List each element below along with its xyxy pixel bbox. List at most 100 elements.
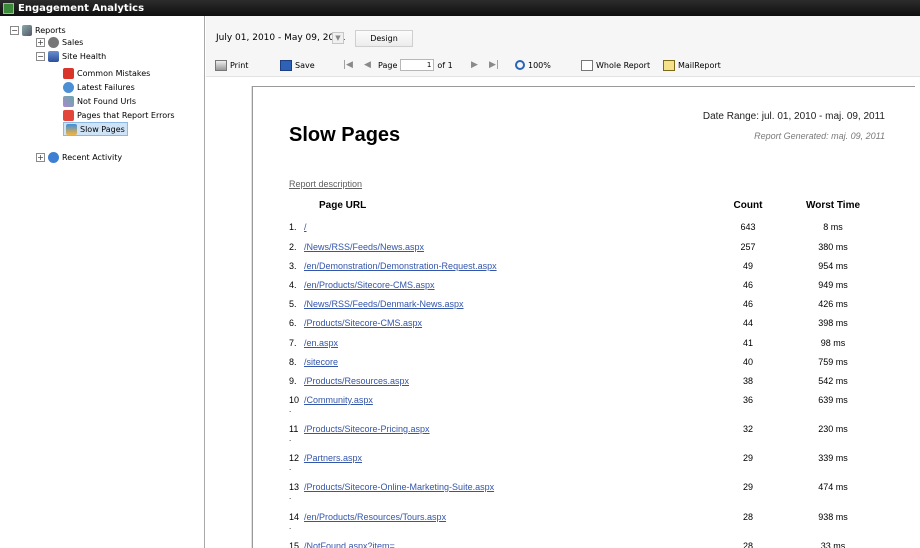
app-title-bar: Engagement Analytics [0, 0, 920, 16]
worst-time-value: 380 ms [818, 242, 848, 252]
zoom-level: 100% [528, 60, 551, 70]
page-error-icon [63, 109, 74, 121]
tree-item-label: Not Found Urls [77, 96, 137, 106]
page-url-link[interactable]: /en.aspx [304, 338, 338, 348]
clock-icon [48, 151, 59, 163]
page-url-link[interactable]: /Products/Sitecore-CMS.aspx [304, 318, 422, 328]
count-value: 643 [740, 222, 756, 232]
tree-item-label: Latest Failures [77, 82, 135, 92]
row-number: 1. [289, 222, 297, 232]
tree-item-latest-failures[interactable]: Latest Failures [63, 80, 135, 94]
date-range-value: July 01, 2010 - May 09, 2011 [216, 32, 346, 43]
row-number: 9. [289, 376, 297, 386]
tree-item-not-found-urls[interactable]: Not Found Urls [63, 94, 136, 108]
mail-report-button[interactable]: MailReport [663, 58, 721, 72]
tree-item-site-health[interactable]: − Site Health [36, 49, 106, 63]
tree-item-label: Site Health [62, 51, 107, 61]
page-url-link[interactable]: /en/Products/Resources/Tours.aspx [304, 512, 446, 522]
row-number: 10 [289, 395, 300, 405]
expand-icon[interactable]: + [36, 37, 45, 47]
row-number: 6. [289, 318, 297, 328]
page-url-link[interactable]: /Partners.aspx [304, 453, 362, 463]
page-url-link[interactable]: /Products/Resources.aspx [304, 376, 409, 386]
row-number-dot: . [289, 492, 292, 501]
tree-item-pages-errors[interactable]: Pages that Report Errors [63, 108, 175, 122]
sales-icon [48, 36, 59, 48]
page-url-link[interactable]: /Community.aspx [304, 395, 373, 405]
tree-item-sales[interactable]: + Sales [36, 35, 83, 49]
page-url-link[interactable]: /NotFound.aspx?item= [304, 541, 395, 548]
first-page-icon: |◀ [343, 60, 353, 70]
count-value: 46 [742, 280, 753, 290]
date-range-select[interactable]: July 01, 2010 - May 09, 2011 ▼ [213, 29, 347, 46]
worst-time-value: 954 ms [818, 261, 848, 271]
row-number-dot: . [289, 463, 292, 472]
design-button[interactable]: Design [355, 30, 413, 47]
worst-time-value: 33 ms [820, 541, 846, 548]
worst-time-value: 474 ms [818, 482, 848, 492]
document-icon [581, 59, 593, 71]
collapse-icon[interactable]: − [10, 25, 19, 35]
worst-time-value: 8 ms [823, 222, 843, 232]
tree-item-recent-activity[interactable]: + Recent Activity [36, 150, 122, 164]
prev-page-button[interactable]: ◀ [364, 58, 371, 72]
tree-item-label: Common Mistakes [77, 68, 151, 78]
tree-item-slow-pages[interactable]: Slow Pages [63, 122, 128, 136]
row-number-dot: . [289, 434, 292, 443]
whole-report-label: Whole Report [596, 60, 651, 70]
whole-report-button[interactable]: Whole Report [581, 58, 650, 72]
tree-item-common-mistakes[interactable]: Common Mistakes [63, 66, 150, 80]
count-value: 38 [742, 376, 753, 386]
page-url-link[interactable]: /News/RSS/Feeds/Denmark-News.aspx [304, 299, 464, 309]
error-icon [63, 67, 74, 79]
print-label: Print [230, 60, 249, 70]
worst-time-value: 542 ms [818, 376, 848, 386]
save-button[interactable]: Save [280, 58, 315, 72]
page-url-link[interactable]: /en/Demonstration/Demonstration-Request.… [304, 261, 497, 271]
next-page-button[interactable]: ▶ [471, 58, 478, 72]
count-value: 41 [742, 338, 753, 348]
last-page-button[interactable]: ▶| [489, 58, 499, 72]
first-page-button[interactable]: |◀ [343, 58, 353, 72]
magnifier-icon [515, 60, 525, 70]
mail-report-label: MailReport [678, 60, 721, 70]
zoom-button[interactable]: 100% [515, 58, 551, 72]
row-number: 15 [289, 541, 300, 548]
navigation-tree: − Reports + Sales − Site Health Common M… [0, 16, 205, 548]
count-value: 28 [742, 512, 753, 522]
count-value: 257 [740, 242, 756, 252]
worst-time-value: 339 ms [818, 453, 848, 463]
page-navigator: Page 1 of 1 [378, 58, 453, 72]
chevron-down-icon[interactable]: ▼ [332, 32, 344, 44]
page-url-link[interactable]: /Products/Sitecore-Pricing.aspx [304, 424, 430, 434]
report-date-range: Date Range: jul. 01, 2010 - maj. 09, 201… [702, 111, 885, 122]
column-header-url: Page URL [319, 200, 367, 211]
site-health-icon [48, 50, 59, 62]
collapse-icon[interactable]: − [36, 51, 45, 61]
page-url-link[interactable]: /en/Products/Sitecore-CMS.aspx [304, 280, 435, 290]
page-count: of 1 [437, 60, 453, 70]
page-url-link[interactable]: /Products/Sitecore-Online-Marketing-Suit… [304, 482, 494, 492]
row-number: 12 [289, 453, 300, 463]
row-number: 11 [289, 424, 299, 434]
row-number: 4. [289, 280, 297, 290]
count-value: 46 [742, 299, 753, 309]
page-url-link[interactable]: /News/RSS/Feeds/News.aspx [304, 242, 424, 252]
count-value: 44 [742, 318, 753, 328]
hourglass-icon [66, 123, 77, 135]
row-number: 5. [289, 299, 297, 309]
worst-time-value: 949 ms [818, 280, 848, 290]
count-value: 36 [742, 395, 753, 405]
analytics-icon [3, 2, 14, 14]
app-title: Engagement Analytics [18, 2, 145, 14]
expand-icon[interactable]: + [36, 152, 45, 162]
page-url-link[interactable]: /sitecore [304, 357, 338, 367]
page-number-input[interactable]: 1 [400, 59, 435, 71]
worst-time-value: 938 ms [818, 512, 848, 522]
print-button[interactable]: Print [215, 58, 248, 72]
report-description-link[interactable]: Report description [289, 179, 362, 189]
tree-item-label: Slow Pages [80, 124, 125, 134]
count-value: 28 [742, 541, 753, 548]
tree-item-label: Sales [62, 37, 84, 47]
page-url-link[interactable]: / [304, 222, 307, 232]
